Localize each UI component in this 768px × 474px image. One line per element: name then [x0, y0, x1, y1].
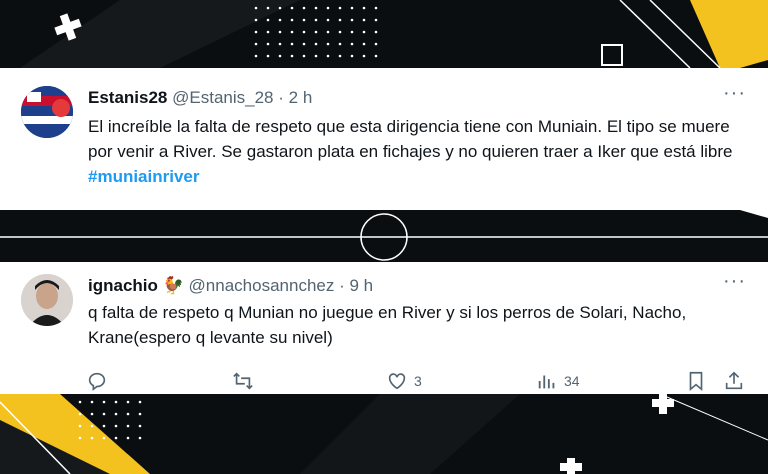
reply-icon	[88, 372, 106, 391]
tweet-card[interactable]: ignachio 🐓 @nnachosannchez · 9 h ··· q f…	[0, 262, 768, 394]
share-button[interactable]	[723, 370, 745, 392]
retweet-icon	[233, 372, 253, 390]
tweet-text: El increíble la falta de respeto que est…	[88, 114, 748, 189]
rooster-emoji-icon: 🐓	[162, 276, 184, 295]
tweet-card[interactable]: Estanis28 @Estanis_28 · 2 h ··· El incre…	[0, 68, 768, 210]
bookmark-button[interactable]	[685, 370, 707, 392]
separator: ·	[278, 88, 284, 107]
reply-button[interactable]	[86, 370, 108, 392]
display-name[interactable]: ignachio	[88, 276, 158, 295]
avatar[interactable]	[21, 86, 73, 138]
like-count: 3	[414, 373, 422, 389]
display-name[interactable]: Estanis28	[88, 88, 167, 107]
timestamp[interactable]: 2 h	[289, 88, 313, 107]
avatar[interactable]	[21, 274, 73, 326]
tweet-text: q falta de respeto q Munian no juegue en…	[88, 303, 687, 347]
tweet-text-body: El increíble la falta de respeto que est…	[88, 117, 733, 161]
heart-icon	[388, 373, 406, 390]
user-handle[interactable]: @nnachosannchez	[189, 276, 335, 295]
share-icon	[725, 371, 743, 390]
tweet-header: ignachio 🐓 @nnachosannchez · 9 h	[88, 276, 373, 296]
retweet-button[interactable]	[232, 370, 254, 392]
like-button[interactable]: 3	[386, 370, 422, 392]
more-options-icon[interactable]: ···	[723, 82, 746, 105]
separator: ·	[339, 276, 345, 295]
views-icon	[538, 375, 555, 389]
user-handle[interactable]: @Estanis_28	[172, 88, 273, 107]
views-button[interactable]: 34	[536, 370, 580, 392]
more-options-icon[interactable]: ···	[723, 270, 746, 293]
timestamp[interactable]: 9 h	[350, 276, 374, 295]
tweet-header: Estanis28 @Estanis_28 · 2 h	[88, 88, 312, 108]
views-count: 34	[564, 373, 580, 389]
bookmark-icon	[689, 371, 703, 392]
hashtag-link[interactable]: #muniainriver	[88, 167, 200, 186]
